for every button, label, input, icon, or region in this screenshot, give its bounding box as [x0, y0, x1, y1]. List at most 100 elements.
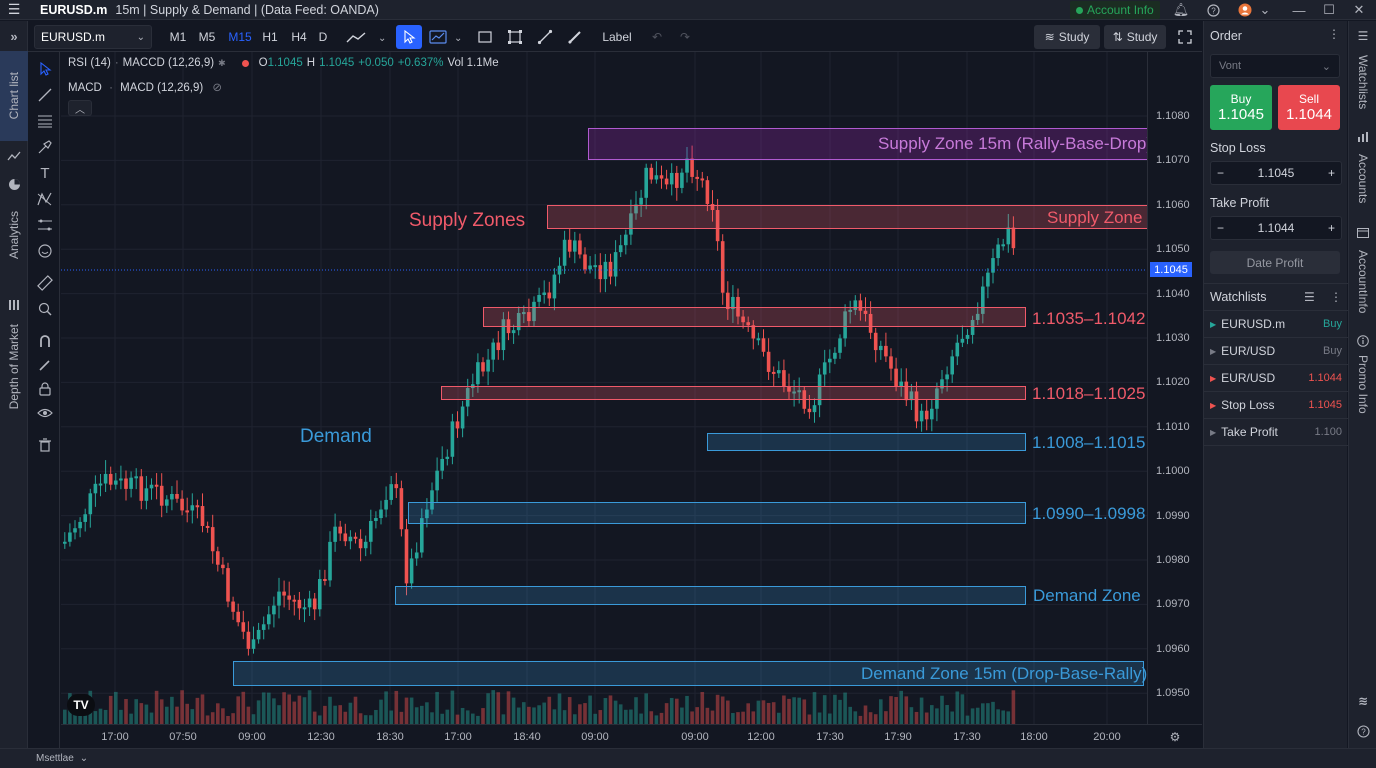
interval-m5[interactable]: M5	[194, 25, 220, 49]
avatar[interactable]	[1236, 0, 1254, 20]
minus-icon[interactable]: −	[1217, 221, 1224, 235]
order-type-select[interactable]: Vont ⌄	[1210, 54, 1340, 78]
supply-zone-1018[interactable]	[441, 386, 1026, 400]
cursor-tool-button[interactable]	[396, 25, 422, 49]
ruler-icon[interactable]	[33, 272, 57, 294]
tab-chart-list[interactable]: Chart list	[0, 51, 28, 141]
supply-zone-1035[interactable]	[483, 307, 1026, 327]
volume-bar	[792, 697, 796, 724]
help-icon[interactable]: ?	[1349, 723, 1376, 739]
watchlist-row[interactable]: ▶ Take Profit 1.100	[1204, 419, 1348, 446]
chart-type-button[interactable]: ⌄	[342, 25, 388, 49]
dom-icon[interactable]	[0, 297, 28, 313]
menu-icon[interactable]: ☰	[0, 1, 28, 18]
demand-zone-0990[interactable]	[408, 502, 1026, 524]
symbol-selector[interactable]: EURUSD.m ⌄	[34, 25, 152, 49]
account-info-button[interactable]: Account Info	[1070, 1, 1160, 19]
plus-icon[interactable]: +	[1328, 166, 1335, 180]
status-text[interactable]: Msettlae	[36, 753, 74, 764]
label-button[interactable]: Label	[594, 25, 640, 49]
info-icon[interactable]	[1349, 333, 1376, 349]
pencil-lock-icon[interactable]	[33, 354, 57, 376]
buy-button[interactable]: Buy 1.1045	[1210, 85, 1272, 130]
pie-chart-icon[interactable]	[0, 177, 28, 191]
layers-icon[interactable]: ≋	[1349, 693, 1376, 709]
take-profit-value[interactable]: 1.1044	[1258, 221, 1295, 235]
list-icon[interactable]: ☰	[1304, 290, 1315, 304]
tab-accounts[interactable]: Accounts	[1349, 151, 1376, 207]
minus-icon[interactable]: −	[1217, 166, 1224, 180]
stop-loss-value[interactable]: 1.1045	[1258, 166, 1295, 180]
pen-tool-icon[interactable]	[564, 25, 586, 49]
help-icon[interactable]: ?	[1204, 0, 1222, 20]
interval-d[interactable]: D	[315, 25, 331, 49]
rectangle-tool-icon[interactable]	[474, 25, 496, 49]
collapse-legend-button[interactable]: ︿	[68, 100, 92, 116]
interval-m1[interactable]: M1	[166, 25, 190, 49]
indicators-button[interactable]: ⌄	[426, 25, 466, 49]
zoom-icon[interactable]	[33, 298, 57, 320]
tab-depth-of-market[interactable]: Depth of Market	[0, 317, 28, 417]
fib-tool-icon[interactable]	[33, 110, 57, 132]
tab-watchlists[interactable]: Watchlists	[1349, 51, 1376, 113]
demand-zone-1008[interactable]	[707, 433, 1026, 451]
cursor-icon[interactable]	[33, 58, 57, 80]
rsi-label[interactable]: RSI (14)	[68, 57, 111, 69]
stop-loss-stepper[interactable]: − 1.1045 +	[1210, 161, 1342, 185]
settings-gear-icon[interactable]: ⚙︎	[1167, 729, 1183, 745]
macd-params[interactable]: MACD (12,26,9)	[120, 82, 203, 94]
interval-m15[interactable]: M15	[225, 25, 255, 49]
undo-icon[interactable]: ↶	[646, 25, 668, 49]
tab-promo-info[interactable]: Promo Info	[1349, 353, 1376, 415]
emoji-icon[interactable]	[33, 240, 57, 262]
watchlist-row[interactable]: ▶ EUR/USD Buy	[1204, 338, 1348, 365]
collapse-icon[interactable]: »	[0, 25, 28, 47]
text-tool-icon[interactable]: T	[33, 162, 57, 184]
list-icon[interactable]: ☰	[1349, 29, 1376, 43]
magnet-icon[interactable]	[33, 330, 57, 352]
trash-icon[interactable]	[33, 434, 57, 456]
maximize-icon[interactable]: ☐	[1322, 0, 1336, 20]
date-profit-button[interactable]: Date Profit	[1210, 251, 1340, 274]
watchlist-row[interactable]: ▶ EUR/USD 1.1044	[1204, 365, 1348, 392]
macd-label[interactable]: MACD	[68, 82, 102, 94]
redo-icon[interactable]: ↷	[674, 25, 696, 49]
chart-icon[interactable]	[0, 149, 28, 163]
bell-icon[interactable]: 🔔︎	[1172, 0, 1190, 20]
sell-button[interactable]: Sell 1.1044	[1278, 85, 1340, 130]
brush-tool-icon[interactable]	[33, 136, 57, 158]
take-profit-stepper[interactable]: − 1.1044 +	[1210, 216, 1342, 240]
minimize-icon[interactable]: —	[1292, 0, 1306, 20]
chart-canvas[interactable]: Supply Zone 15m (Rally-Base-Drop) Supply…	[61, 52, 1147, 724]
chevron-down-icon[interactable]: ⌄	[1258, 0, 1272, 20]
study-button-2[interactable]: ⇅ Study	[1104, 25, 1166, 49]
time-axis[interactable]: ⚙︎ 17:00 07:50 09:00 12:30 18:30 17:00 18:40 09…	[61, 724, 1202, 748]
fullscreen-icon[interactable]	[1174, 25, 1196, 49]
watchlist-row[interactable]: ▶ EURUSD.m Buy	[1204, 311, 1348, 338]
card-icon[interactable]	[1349, 225, 1376, 241]
bar-chart-icon[interactable]	[1349, 129, 1376, 145]
pattern-tool-icon[interactable]	[33, 188, 57, 210]
study-button-1[interactable]: ≋ Study	[1034, 25, 1100, 49]
tab-account-info[interactable]: AccountInfo	[1349, 245, 1376, 319]
interval-h1[interactable]: H1	[259, 25, 281, 49]
settings-asterisk-icon[interactable]: ✱	[218, 58, 226, 69]
eye-icon[interactable]	[33, 402, 57, 424]
macd-indicator-label[interactable]: MACCD (12,26,9)	[123, 57, 214, 69]
more-vertical-icon[interactable]: ⋮	[1330, 290, 1342, 304]
line-tool-icon[interactable]	[33, 84, 57, 106]
close-icon[interactable]: ✕	[1352, 0, 1366, 20]
interval-h4[interactable]: H4	[287, 25, 311, 49]
measure-tool-icon[interactable]	[33, 214, 57, 236]
frame-tool-icon[interactable]	[504, 25, 526, 49]
watchlist-row[interactable]: ▶ Stop Loss 1.1045	[1204, 392, 1348, 419]
demand-zone[interactable]	[395, 586, 1026, 605]
eye-off-icon[interactable]: ⊘	[212, 82, 222, 94]
lock-icon[interactable]	[33, 378, 57, 400]
trendline-tool-icon[interactable]	[534, 25, 556, 49]
price-axis[interactable]: 1.1045 1.1080 1.1070 1.1060 1.1050 1.1040 1.1…	[1147, 52, 1202, 724]
chevron-down-icon[interactable]: ⌄	[80, 753, 88, 764]
more-vertical-icon[interactable]: ⋮	[1328, 27, 1340, 41]
plus-icon[interactable]: +	[1328, 221, 1335, 235]
tab-analytics[interactable]: Analytics	[0, 197, 28, 273]
